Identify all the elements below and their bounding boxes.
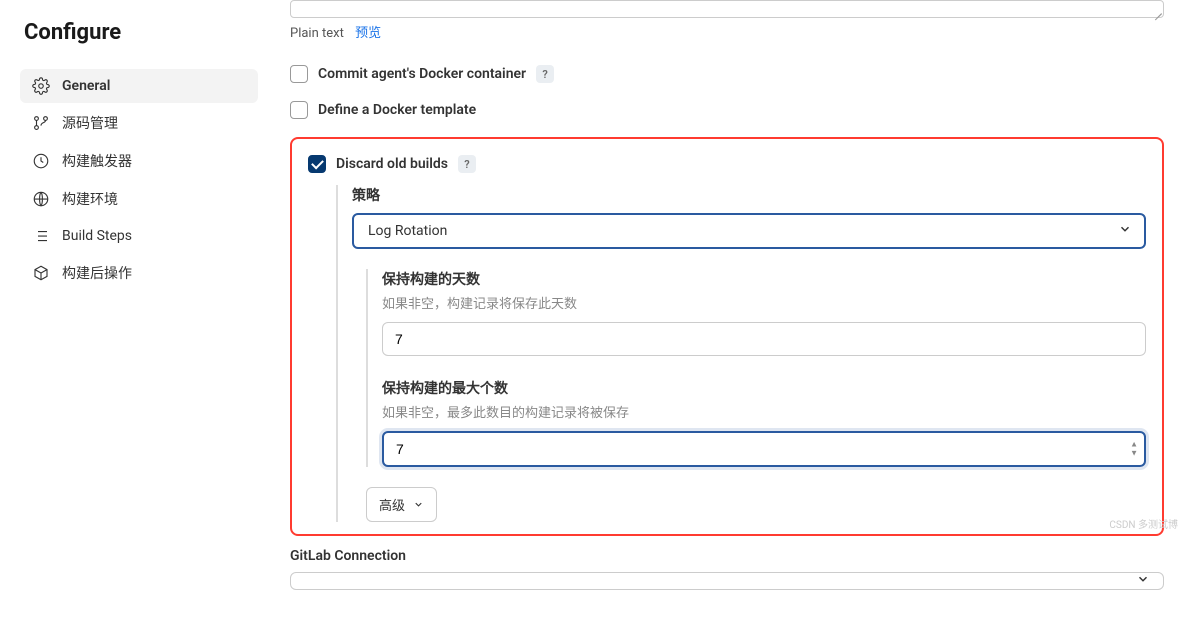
sidebar-item-label: 构建触发器 <box>62 151 132 171</box>
page-title: Configure <box>24 20 258 45</box>
sidebar: Configure General 源码管理 构建触发器 构建环境 <box>0 0 270 630</box>
resize-handle-icon[interactable] <box>1152 6 1162 16</box>
sidebar-item-post-build[interactable]: 构建后操作 <box>20 255 258 291</box>
retention-section: 保持构建的天数 如果非空，构建记录将保存此天数 保持构建的最大个数 如果非空，最… <box>366 269 1146 467</box>
advanced-label: 高级 <box>379 495 405 514</box>
max-label: 保持构建的最大个数 <box>382 378 1146 398</box>
sidebar-item-label: General <box>62 78 110 94</box>
watermark: CSDN 多测试博 <box>1109 516 1178 531</box>
list-icon <box>32 227 50 245</box>
commit-docker-label: Commit agent's Docker container <box>318 66 526 82</box>
define-template-label: Define a Docker template <box>318 102 476 118</box>
preview-link[interactable]: 预览 <box>355 26 381 41</box>
description-format-row: Plain text 预览 <box>290 22 1164 41</box>
chevron-down-icon <box>413 499 424 510</box>
strategy-value: Log Rotation <box>368 223 447 239</box>
discard-body: 策略 Log Rotation 保持构建的天数 如果非空，构建记录将保存此天数 <box>336 185 1146 522</box>
discard-builds-section: Discard old builds ? 策略 Log Rotation <box>290 137 1164 536</box>
discard-builds-row: Discard old builds ? <box>308 155 1146 173</box>
gear-icon <box>32 77 50 95</box>
main-content: Plain text 预览 Commit agent's Docker cont… <box>270 0 1184 630</box>
sidebar-item-scm[interactable]: 源码管理 <box>20 105 258 141</box>
clock-icon <box>32 152 50 170</box>
help-icon[interactable]: ? <box>458 155 476 173</box>
strategy-label: 策略 <box>352 185 1146 205</box>
stepper-arrows-icon[interactable]: ▲▼ <box>1130 441 1138 458</box>
sidebar-item-label: 构建后操作 <box>62 263 132 283</box>
commit-docker-checkbox[interactable] <box>290 65 308 83</box>
strategy-select[interactable]: Log Rotation <box>352 213 1146 249</box>
days-input[interactable] <box>382 322 1146 356</box>
discard-builds-checkbox[interactable] <box>308 155 326 173</box>
branch-icon <box>32 114 50 132</box>
sidebar-item-label: 构建环境 <box>62 189 118 209</box>
define-template-checkbox[interactable] <box>290 101 308 119</box>
max-input[interactable] <box>382 431 1146 467</box>
plain-text-label: Plain text <box>290 26 344 41</box>
sidebar-item-build-steps[interactable]: Build Steps <box>20 219 258 253</box>
help-icon[interactable]: ? <box>536 65 554 83</box>
sidebar-item-label: Build Steps <box>62 228 132 244</box>
discard-builds-label: Discard old builds <box>336 156 448 172</box>
sidebar-item-triggers[interactable]: 构建触发器 <box>20 143 258 179</box>
days-label: 保持构建的天数 <box>382 269 1146 289</box>
gitlab-connection-select[interactable] <box>290 572 1164 590</box>
commit-docker-row: Commit agent's Docker container ? <box>290 65 1164 83</box>
gitlab-connection-label: GitLab Connection <box>290 548 1164 564</box>
description-textarea[interactable] <box>290 0 1164 18</box>
sidebar-item-general[interactable]: General <box>20 69 258 103</box>
max-hint: 如果非空，最多此数目的构建记录将被保存 <box>382 402 1146 421</box>
define-template-row: Define a Docker template <box>290 101 1164 119</box>
advanced-button[interactable]: 高级 <box>366 487 437 522</box>
days-hint: 如果非空，构建记录将保存此天数 <box>382 293 1146 312</box>
sidebar-item-label: 源码管理 <box>62 113 118 133</box>
globe-icon <box>32 190 50 208</box>
package-icon <box>32 264 50 282</box>
sidebar-item-env[interactable]: 构建环境 <box>20 181 258 217</box>
